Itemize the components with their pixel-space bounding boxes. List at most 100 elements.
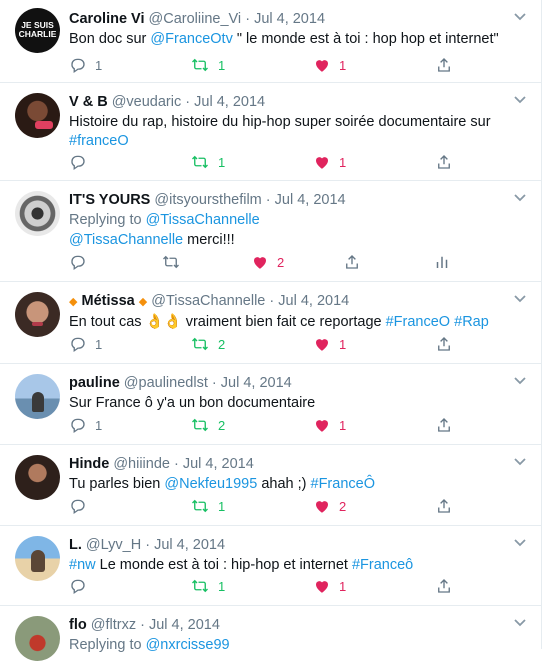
reply-button[interactable] bbox=[69, 576, 95, 596]
author-name[interactable]: IT'S YOURS bbox=[69, 192, 150, 208]
like-count: 1 bbox=[339, 417, 347, 433]
chevron-down-icon[interactable] bbox=[513, 538, 527, 548]
mention-link[interactable]: @FranceOtv bbox=[150, 31, 232, 47]
reply-button[interactable] bbox=[69, 152, 95, 172]
tweet[interactable]: Hinde @hiiinde · Jul 4, 2014 Tu parles b… bbox=[0, 445, 541, 526]
like-button[interactable]: 2 bbox=[251, 252, 284, 272]
author-handle[interactable]: @hiiinde bbox=[113, 456, 170, 472]
author-handle[interactable]: @Lyv_H bbox=[86, 537, 141, 553]
share-button[interactable] bbox=[435, 415, 453, 435]
tweet-date[interactable]: Jul 4, 2014 bbox=[254, 11, 325, 27]
share-button[interactable] bbox=[343, 252, 361, 272]
author-handle[interactable]: @TissaChannelle bbox=[151, 293, 265, 309]
author-name[interactable]: Hinde bbox=[69, 456, 109, 472]
tweet[interactable]: IT'S YOURS @itsyoursthefilm · Jul 4, 201… bbox=[0, 181, 541, 282]
reply-button[interactable] bbox=[69, 496, 95, 516]
tweet-date[interactable]: Jul 4, 2014 bbox=[221, 375, 292, 391]
chevron-down-icon[interactable] bbox=[513, 294, 527, 304]
author-name[interactable]: V & B bbox=[69, 94, 108, 110]
chevron-down-icon[interactable] bbox=[513, 618, 527, 628]
like-button[interactable]: 1 bbox=[313, 334, 346, 354]
retweet-icon bbox=[192, 579, 208, 593]
replying-to: Replying to @nxrcisse99 bbox=[69, 637, 230, 653]
hashtag-link[interactable]: #franceO bbox=[69, 133, 129, 149]
hashtag-link[interactable]: #FranceO bbox=[386, 314, 450, 330]
tweet-header: V & B @veudaric · Jul 4, 2014 bbox=[69, 94, 266, 110]
share-icon bbox=[346, 255, 358, 269]
retweet-button[interactable]: 1 bbox=[190, 55, 225, 75]
reply-button[interactable]: 1 bbox=[69, 415, 102, 435]
hashtag-link[interactable]: #Franceô bbox=[352, 557, 413, 573]
mention-link[interactable]: @Nekfeu1995 bbox=[164, 476, 257, 492]
like-button[interactable]: 1 bbox=[313, 415, 346, 435]
tweet[interactable]: L. @Lyv_H · Jul 4, 2014 #nw Le monde est… bbox=[0, 526, 541, 606]
mention-link[interactable]: @TissaChannelle bbox=[146, 212, 260, 228]
analytics-icon bbox=[436, 256, 448, 268]
chevron-down-icon[interactable] bbox=[513, 95, 527, 105]
hashtag-link[interactable]: #Rap bbox=[454, 314, 489, 330]
reply-count: 1 bbox=[95, 57, 103, 73]
like-button[interactable]: 2 bbox=[313, 496, 346, 516]
avatar[interactable] bbox=[15, 536, 60, 581]
retweet-button[interactable]: 2 bbox=[190, 334, 225, 354]
tweet-date[interactable]: Jul 4, 2014 bbox=[194, 94, 265, 110]
author-name[interactable]: L. bbox=[69, 537, 82, 553]
author-name[interactable]: flo bbox=[69, 617, 87, 633]
retweet-button[interactable]: 1 bbox=[190, 152, 225, 172]
retweet-count: 1 bbox=[218, 498, 226, 514]
tweet[interactable]: V & B @veudaric · Jul 4, 2014 Histoire d… bbox=[0, 83, 541, 181]
author-handle[interactable]: @itsyoursthefilm bbox=[154, 192, 261, 208]
retweet-button[interactable]: 2 bbox=[190, 415, 225, 435]
avatar[interactable] bbox=[15, 616, 60, 661]
like-button[interactable]: 1 bbox=[313, 152, 346, 172]
tweet[interactable]: ◆ Métissa ◆ @TissaChannelle · Jul 4, 201… bbox=[0, 282, 541, 364]
share-button[interactable] bbox=[435, 55, 453, 75]
tweet-text: Histoire du rap, histoire du hip-hop sup… bbox=[69, 114, 491, 149]
like-button[interactable]: 1 bbox=[313, 576, 346, 596]
analytics-button[interactable] bbox=[433, 252, 451, 272]
tweet-date[interactable]: Jul 4, 2014 bbox=[154, 537, 225, 553]
hashtag-link[interactable]: #nw bbox=[69, 557, 96, 573]
author-handle[interactable]: @Caroliine_Vi bbox=[149, 11, 242, 27]
share-button[interactable] bbox=[435, 576, 453, 596]
reply-button[interactable]: 1 bbox=[69, 55, 102, 75]
share-button[interactable] bbox=[435, 496, 453, 516]
avatar[interactable] bbox=[15, 292, 60, 337]
tweet[interactable]: JE SUIS CHARLIE Caroline Vi @Caroliine_Vi… bbox=[0, 0, 541, 83]
chevron-down-icon[interactable] bbox=[513, 457, 527, 467]
author-handle[interactable]: @fltrxz bbox=[91, 617, 136, 633]
author-name[interactable]: Métissa bbox=[82, 293, 135, 309]
author-name[interactable]: Caroline Vi bbox=[69, 11, 144, 27]
retweet-button[interactable] bbox=[161, 252, 189, 272]
avatar[interactable]: JE SUIS CHARLIE bbox=[15, 8, 60, 53]
like-count: 1 bbox=[339, 154, 347, 170]
avatar[interactable] bbox=[15, 191, 60, 236]
chevron-down-icon[interactable] bbox=[513, 376, 527, 386]
tweet[interactable]: pauline @paulinedlst · Jul 4, 2014 Sur F… bbox=[0, 364, 541, 445]
mention-link[interactable]: @TissaChannelle bbox=[69, 232, 183, 248]
chevron-down-icon[interactable] bbox=[513, 12, 527, 22]
author-name[interactable]: pauline bbox=[69, 375, 120, 391]
reply-button[interactable] bbox=[69, 252, 95, 272]
share-icon bbox=[438, 155, 450, 169]
retweet-button[interactable]: 1 bbox=[190, 576, 225, 596]
replying-to: Replying to @TissaChannelle bbox=[69, 212, 260, 228]
tweet-date[interactable]: Jul 4, 2014 bbox=[275, 192, 346, 208]
tweet-date[interactable]: Jul 4, 2014 bbox=[149, 617, 220, 633]
reply-button[interactable]: 1 bbox=[69, 334, 102, 354]
avatar[interactable] bbox=[15, 455, 60, 500]
share-button[interactable] bbox=[435, 152, 453, 172]
avatar[interactable] bbox=[15, 93, 60, 138]
hashtag-link[interactable]: #FranceÔ bbox=[311, 476, 375, 492]
tweet[interactable]: flo @fltrxz · Jul 4, 2014 Replying to @n… bbox=[0, 606, 541, 661]
author-handle[interactable]: @paulinedlst bbox=[124, 375, 208, 391]
mention-link[interactable]: @nxrcisse99 bbox=[146, 637, 230, 653]
like-button[interactable]: 1 bbox=[313, 55, 346, 75]
share-button[interactable] bbox=[435, 334, 453, 354]
tweet-date[interactable]: Jul 4, 2014 bbox=[183, 456, 254, 472]
tweet-date[interactable]: Jul 4, 2014 bbox=[278, 293, 349, 309]
avatar[interactable] bbox=[15, 374, 60, 419]
author-handle[interactable]: @veudaric bbox=[112, 94, 182, 110]
retweet-button[interactable]: 1 bbox=[190, 496, 225, 516]
chevron-down-icon[interactable] bbox=[513, 193, 527, 203]
